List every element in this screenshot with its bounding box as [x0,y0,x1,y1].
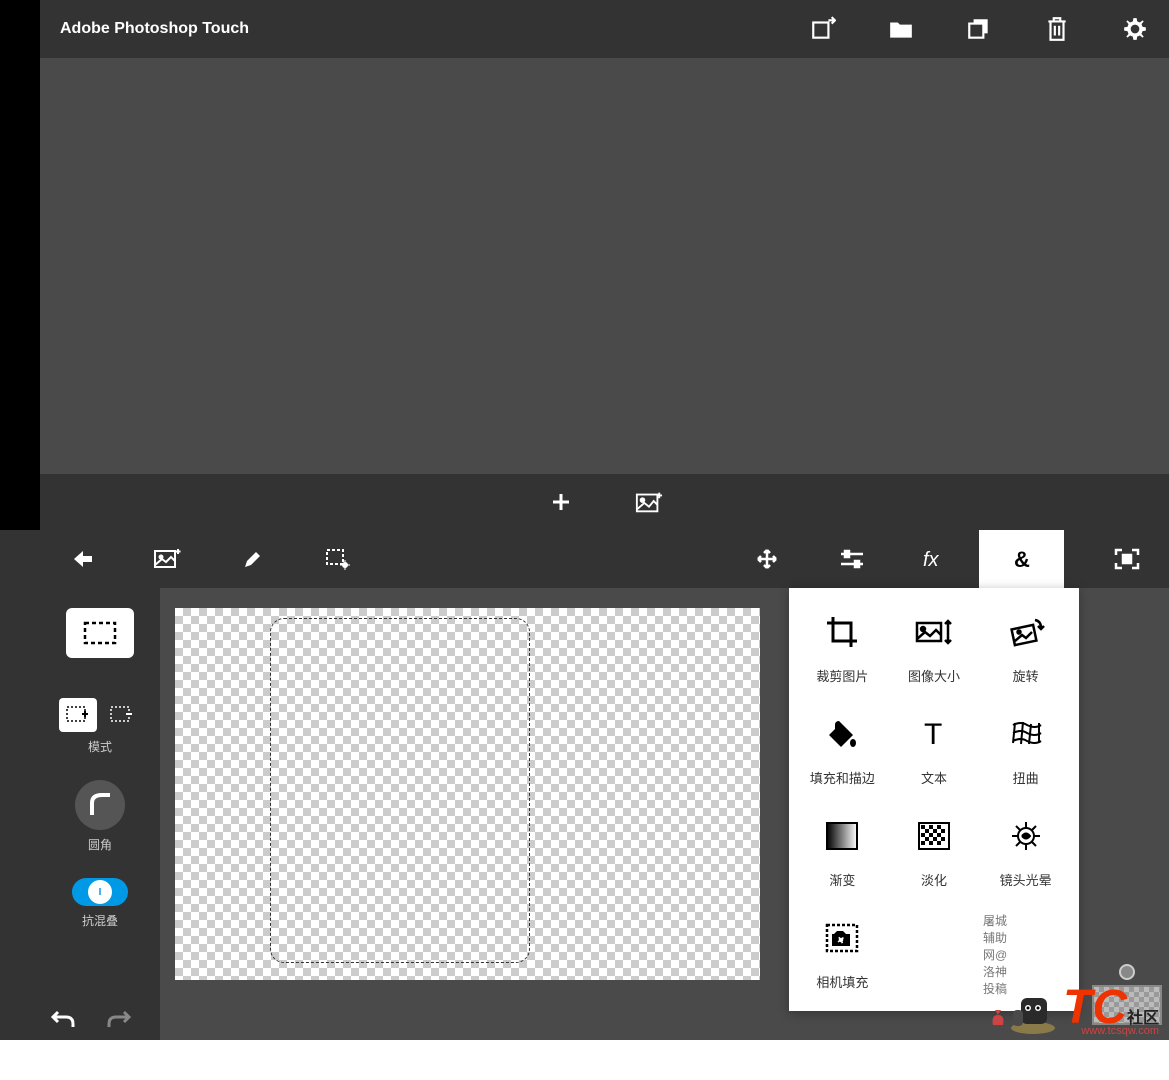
share-icon[interactable] [809,15,837,43]
rotate-icon [1002,608,1050,656]
warp-icon [1002,710,1050,758]
adjustments-button[interactable] [809,530,894,588]
menu-warp[interactable]: 扭曲 [982,710,1069,787]
svg-text:fx: fx [923,549,940,570]
menu-image-size[interactable]: 图像大小 [891,608,978,685]
fx-button[interactable]: fx [894,530,979,588]
paint-bucket-icon [818,710,866,758]
gradient-icon [818,812,866,860]
add-layer-image-button[interactable] [125,530,210,588]
menu-gradient[interactable]: 渐变 [799,812,886,889]
add-image-icon[interactable] [635,488,663,516]
editor-view: fx & 模式 [0,530,1169,1040]
brush-button[interactable] [210,530,295,588]
undo-redo-group [50,1008,132,1030]
ampersand-menu-button[interactable]: & [979,530,1064,588]
gallery-bottombar [40,474,1169,530]
topbar-actions [809,15,1149,43]
antialias-label: 抗混叠 [82,912,118,929]
editor-topbar: fx & [40,530,1169,588]
watermark: 屠城辅助网@洛神投稿 T C 社区 www.tcsqw.com [983,980,1159,1035]
menu-text[interactable]: T 文本 [891,710,978,787]
lens-flare-icon [1002,812,1050,860]
selection-mode-row [59,698,141,732]
selection-marquee[interactable] [270,618,530,963]
watermark-credit: 屠城辅助网@洛神投稿 [983,912,1014,997]
add-icon[interactable] [547,488,575,516]
watermark-url: www.tcsqw.com [1081,1025,1159,1037]
image-size-icon [910,608,958,656]
corner-label: 圆角 [88,836,112,853]
gallery-content [40,58,1169,474]
toggle-knob: I [88,880,112,904]
gallery-view: Adobe Photoshop Touch [0,0,1169,530]
mode-add-button[interactable] [59,698,97,732]
gallery-topbar: Adobe Photoshop Touch [40,0,1169,58]
svg-text:&: & [1014,547,1030,571]
back-button[interactable] [40,530,125,588]
mode-subtract-button[interactable] [103,698,141,732]
fullscreen-button[interactable] [1084,530,1169,588]
menu-rotate[interactable]: 旋转 [982,608,1069,685]
svg-text:T: T [924,718,942,750]
selection-settings-button[interactable] [295,530,380,588]
trash-icon[interactable] [1043,15,1071,43]
menu-fill-stroke[interactable]: 填充和描边 [799,710,886,787]
corner-radius-button[interactable] [75,780,125,830]
menu-camera-fill[interactable]: 相机填充 [799,914,886,991]
text-icon: T [910,710,958,758]
antialias-toggle[interactable]: I [72,878,128,906]
undo-button[interactable] [50,1008,76,1030]
menu-fade[interactable]: 淡化 [891,812,978,889]
copy-icon[interactable] [965,15,993,43]
transform-menu: 裁剪图片 图像大小 旋转 [789,588,1079,1011]
menu-crop[interactable]: 裁剪图片 [799,608,886,685]
fade-icon [910,812,958,860]
layer-opacity-handle[interactable] [1119,964,1135,980]
move-button[interactable] [724,530,809,588]
canvas[interactable] [175,608,760,980]
marquee-tool-button[interactable] [66,608,134,658]
redo-button[interactable] [106,1008,132,1030]
app-title: Adobe Photoshop Touch [60,20,809,38]
camera-fill-icon [818,914,866,962]
crop-icon [818,608,866,656]
menu-lens-flare[interactable]: 镜头光晕 [982,812,1069,889]
folder-icon[interactable] [887,15,915,43]
left-tool-panel: 模式 圆角 I 抗混叠 [40,588,160,1040]
mode-label: 模式 [88,738,112,755]
settings-icon[interactable] [1121,15,1149,43]
